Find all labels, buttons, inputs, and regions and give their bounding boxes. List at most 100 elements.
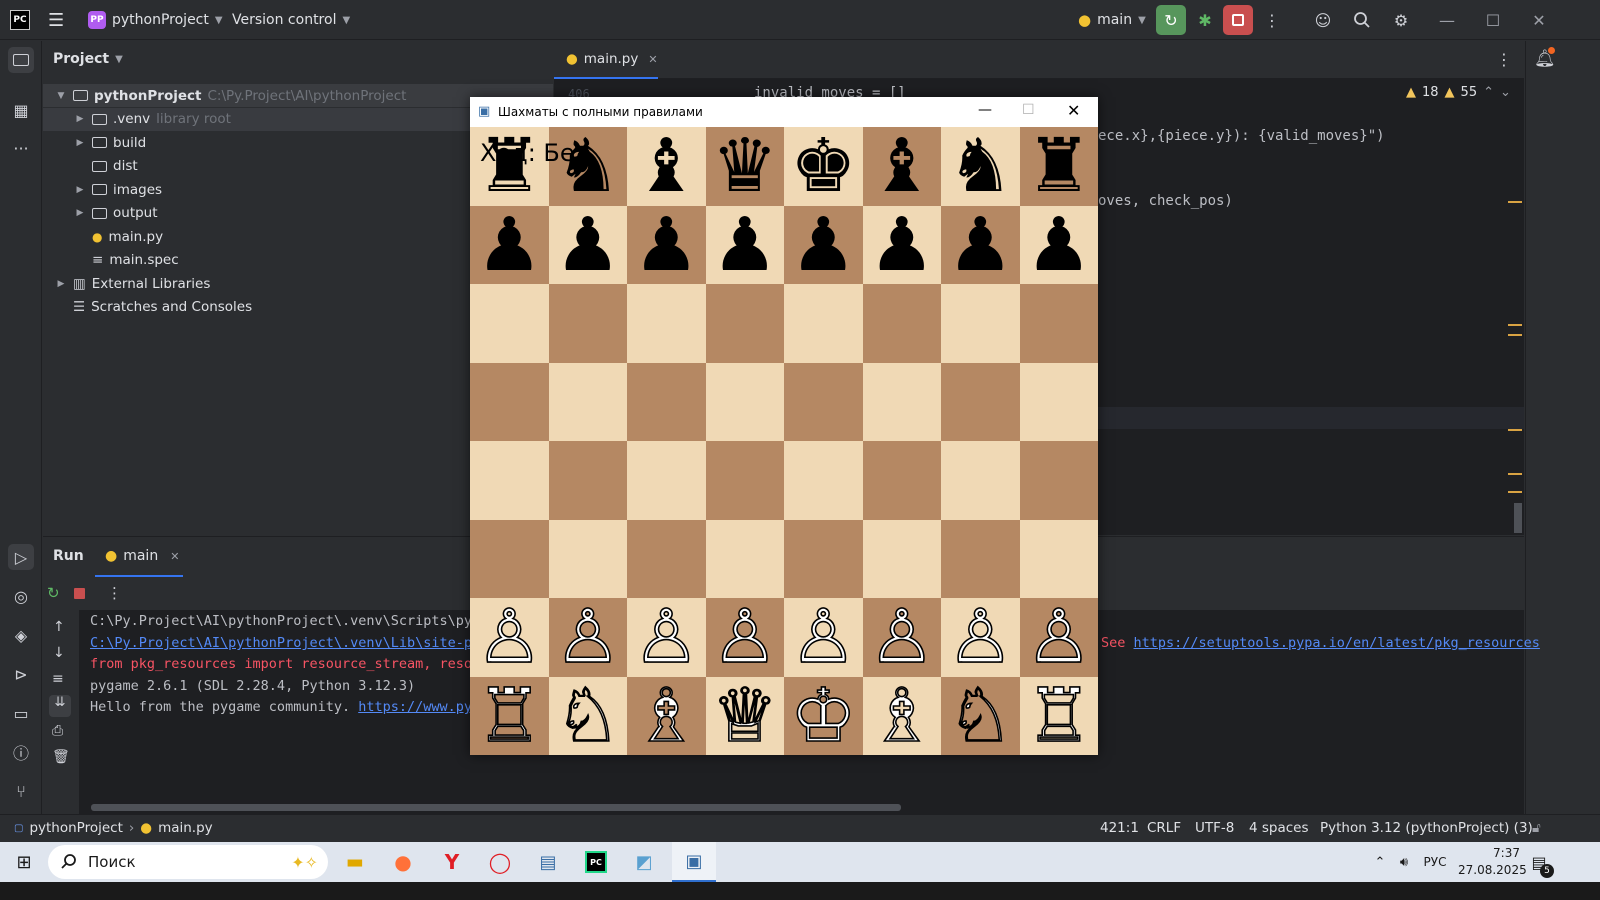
rerun-icon[interactable]: ↻ xyxy=(47,584,60,602)
board-square[interactable]: ♛ xyxy=(705,127,784,206)
board-square[interactable]: ♟ xyxy=(862,205,941,284)
board-square[interactable]: ♗ xyxy=(627,676,706,755)
board-square[interactable] xyxy=(470,519,549,598)
indent-setting[interactable]: 4 spaces xyxy=(1249,820,1309,836)
board-square[interactable]: ♟ xyxy=(1019,205,1098,284)
pycharm-logo-icon[interactable]: PC xyxy=(10,0,30,40)
maximize-icon[interactable]: ☐ xyxy=(1022,102,1035,118)
terminal-icon[interactable]: ▭ xyxy=(8,700,34,726)
black-chess-piece[interactable]: ♛ xyxy=(712,129,778,203)
board-square[interactable] xyxy=(862,362,941,441)
board-square[interactable] xyxy=(548,284,627,363)
black-chess-piece[interactable]: ♟ xyxy=(947,208,1013,282)
soft-wrap-icon[interactable]: ≡ xyxy=(52,671,64,687)
speaker-icon[interactable]: 🔊︎ xyxy=(1394,842,1414,882)
input-language[interactable]: РУС xyxy=(1420,842,1450,882)
chevron-down-icon[interactable]: ⌄ xyxy=(1500,85,1511,100)
white-chess-piece[interactable]: ♙ xyxy=(475,599,543,675)
chess-board[interactable]: ♜ ♞ ♝ ♛ ♚ ♝ ♞ ♜ ♟ ♟ ♟ ♟ ♟ ♟ ♟ ♟ ♙ ♙ ♙ ♙ ♙ ♙ ♙ ♙ ♖ ♘ ♗ ♕ ♔ ♗ ♘ ♖ xyxy=(470,127,1098,755)
scroll-up-icon[interactable]: ↑ xyxy=(53,619,65,635)
board-square[interactable] xyxy=(470,441,549,520)
board-square[interactable] xyxy=(627,519,706,598)
board-square[interactable]: ♜ xyxy=(1019,127,1098,206)
rerun-button[interactable]: ↻ xyxy=(1156,5,1186,35)
black-chess-piece[interactable]: ♟ xyxy=(555,208,621,282)
black-chess-piece[interactable]: ♟ xyxy=(712,208,778,282)
project-folder-icon[interactable] xyxy=(8,47,34,73)
white-chess-piece[interactable]: ♙ xyxy=(946,599,1014,675)
services-icon[interactable]: ⊳ xyxy=(8,661,34,687)
board-square[interactable] xyxy=(705,441,784,520)
board-square[interactable] xyxy=(548,362,627,441)
tab-main-py[interactable]: ● main.py ✕ xyxy=(554,41,658,79)
white-chess-piece[interactable]: ♖ xyxy=(1025,678,1093,754)
board-square[interactable] xyxy=(941,362,1020,441)
taskbar-search[interactable]: Поиск ✦✧ xyxy=(48,845,328,879)
close-tab-icon[interactable]: ✕ xyxy=(170,550,179,563)
board-square[interactable] xyxy=(470,284,549,363)
line-separator[interactable]: CRLF xyxy=(1147,820,1181,836)
python-packages-icon[interactable]: ◈ xyxy=(8,622,34,648)
board-square[interactable] xyxy=(548,519,627,598)
console-link[interactable]: https://setuptools.pypa.io/en/latest/pkg… xyxy=(1134,635,1540,651)
board-square[interactable] xyxy=(548,441,627,520)
run-config-selector[interactable]: ● main ▼ xyxy=(1078,0,1146,40)
board-square[interactable]: ♙ xyxy=(627,598,706,677)
chevron-right-icon[interactable]: ▶ xyxy=(74,185,86,195)
caret-position[interactable]: 421:1 xyxy=(1100,820,1139,836)
chevron-right-icon[interactable]: ▶ xyxy=(74,114,86,124)
minimize-icon[interactable]: — xyxy=(978,102,992,118)
white-chess-piece[interactable]: ♕ xyxy=(711,678,779,754)
board-square[interactable]: ♝ xyxy=(862,127,941,206)
window-app-icon[interactable]: ▤ xyxy=(533,842,563,882)
board-square[interactable]: ♔ xyxy=(784,676,863,755)
board-square[interactable]: ♖ xyxy=(1019,676,1098,755)
version-control-menu[interactable]: Version control ▼ xyxy=(232,0,350,40)
opera-icon[interactable]: ◯ xyxy=(485,842,515,882)
board-square[interactable]: ♕ xyxy=(705,676,784,755)
close-tab-icon[interactable]: ✕ xyxy=(648,53,657,66)
clock[interactable]: 7:37 27.08.2025 xyxy=(1458,845,1527,879)
white-chess-piece[interactable]: ♖ xyxy=(475,678,543,754)
board-square[interactable]: ♙ xyxy=(470,598,549,677)
more-tools-icon[interactable]: ··· xyxy=(8,135,34,161)
board-square[interactable] xyxy=(1019,441,1098,520)
project-panel-header[interactable]: Project ▼ xyxy=(53,51,123,67)
project-selector[interactable]: PP pythonProject ▼ xyxy=(88,0,223,40)
file-encoding[interactable]: UTF-8 xyxy=(1195,820,1234,836)
chevron-right-icon[interactable]: ▶ xyxy=(74,138,86,148)
white-chess-piece[interactable]: ♙ xyxy=(789,599,857,675)
chevron-down-icon[interactable]: ▼ xyxy=(55,91,67,101)
breadcrumb-project[interactable]: pythonProject xyxy=(29,820,122,836)
yandex-icon[interactable]: Y xyxy=(437,842,467,882)
scroll-to-end-icon[interactable]: ⇊ xyxy=(49,695,71,717)
white-chess-piece[interactable]: ♘ xyxy=(946,678,1014,754)
black-chess-piece[interactable]: ♟ xyxy=(476,208,542,282)
board-square[interactable] xyxy=(1019,519,1098,598)
white-chess-piece[interactable]: ♔ xyxy=(789,678,857,754)
file-explorer-icon[interactable]: ▬ xyxy=(340,842,370,882)
black-chess-piece[interactable]: ♜ xyxy=(1026,129,1092,203)
chevron-right-icon[interactable]: ▶ xyxy=(55,279,67,289)
board-square[interactable]: ♟ xyxy=(548,205,627,284)
board-square[interactable]: ♙ xyxy=(1019,598,1098,677)
board-square[interactable] xyxy=(862,284,941,363)
board-square[interactable] xyxy=(705,284,784,363)
black-chess-piece[interactable]: ♟ xyxy=(633,208,699,282)
close-icon[interactable]: ✕ xyxy=(1524,5,1554,35)
pygame-chess-window[interactable]: ▣ Шахматы с полными правилами — ☐ ✕ ♜ ♞ ♝ ♛… xyxy=(470,97,1098,755)
white-chess-piece[interactable]: ♙ xyxy=(868,599,936,675)
trash-icon[interactable]: 🗑︎ xyxy=(52,749,70,765)
minimize-icon[interactable]: — xyxy=(1432,5,1462,35)
board-square[interactable] xyxy=(705,362,784,441)
more-actions-icon[interactable]: ⋮ xyxy=(107,584,122,602)
editor-scrollbar[interactable] xyxy=(1514,503,1522,533)
board-square[interactable]: ♟ xyxy=(627,205,706,284)
white-chess-piece[interactable]: ♙ xyxy=(1025,599,1093,675)
board-square[interactable]: ♙ xyxy=(862,598,941,677)
white-chess-piece[interactable]: ♘ xyxy=(554,678,622,754)
board-square[interactable]: ♙ xyxy=(941,598,1020,677)
breadcrumb-file[interactable]: main.py xyxy=(158,820,213,836)
board-square[interactable]: ♚ xyxy=(784,127,863,206)
board-square[interactable]: ♖ xyxy=(470,676,549,755)
